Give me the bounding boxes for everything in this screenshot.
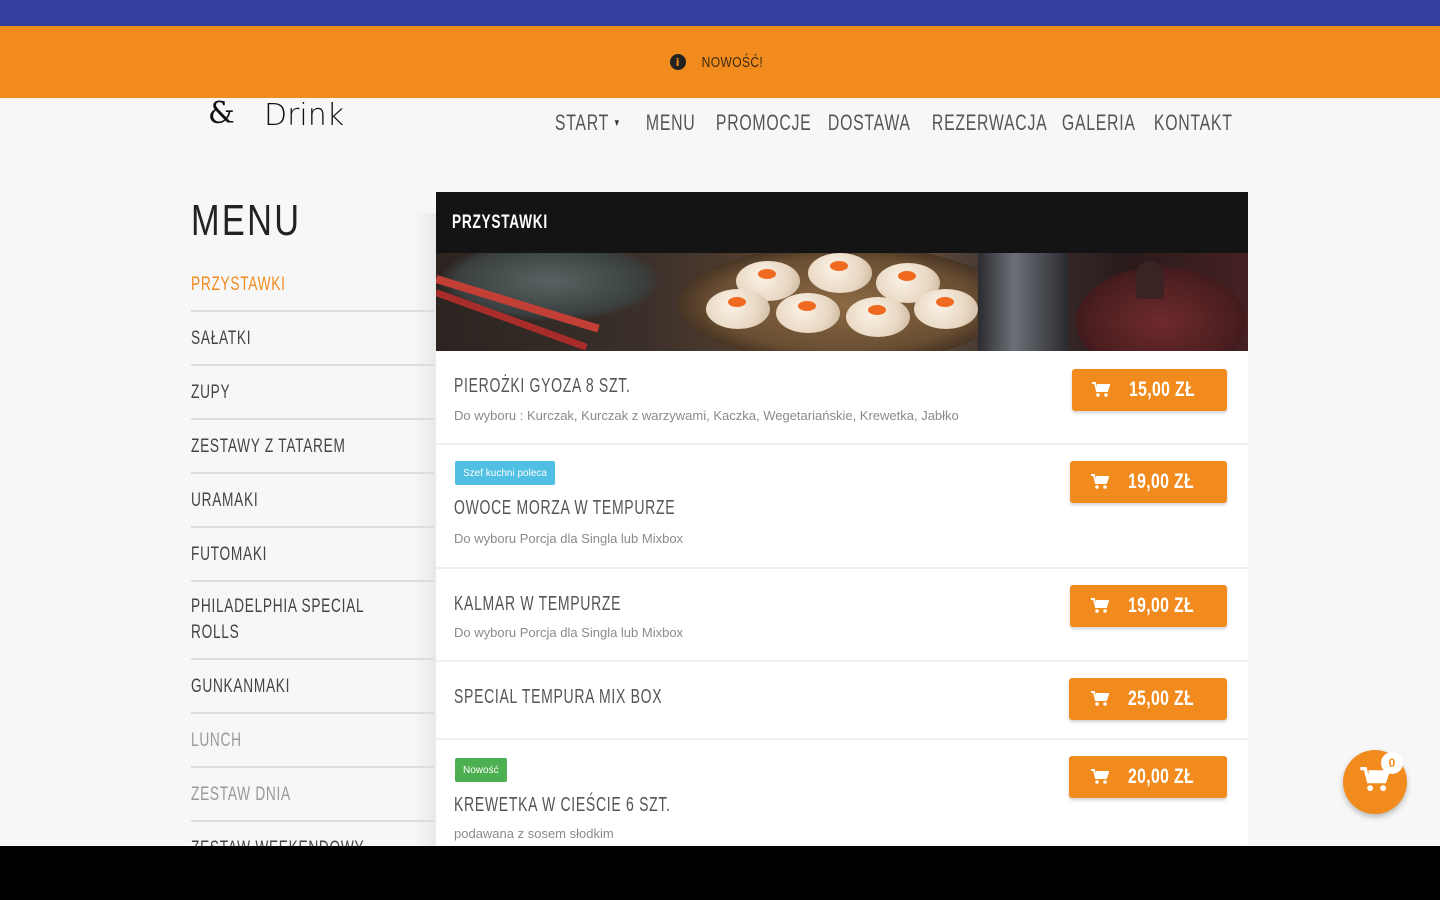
panel-header: PRZYSTAWKI bbox=[436, 192, 1248, 253]
item-description: podawana z sosem słodkim bbox=[454, 826, 614, 841]
menu-item: Szef kuchni poleca OWOCE MORZA W TEMPURZ… bbox=[436, 445, 1248, 569]
new-badge: Nowość bbox=[455, 758, 507, 782]
category-zestaw-dnia[interactable]: ZESTAW DNIA bbox=[191, 768, 434, 822]
category-label: PRZYSTAWKI bbox=[191, 274, 286, 295]
cart-icon bbox=[1092, 382, 1111, 398]
add-to-cart-button[interactable]: 15,00 ZŁ bbox=[1072, 369, 1227, 411]
category-salatki[interactable]: SAŁATKI bbox=[191, 312, 434, 366]
add-to-cart-button[interactable]: 19,00 ZŁ bbox=[1070, 585, 1227, 627]
item-name: SPECIAL TEMPURA MIX BOX bbox=[454, 686, 663, 708]
menu-item: PIEROŻKI GYOZA 8 SZT. Do wyboru : Kurcza… bbox=[436, 351, 1248, 445]
category-label: FUTOMAKI bbox=[191, 544, 268, 565]
floating-cart-button[interactable]: 0 bbox=[1343, 750, 1407, 814]
price-label: 15,00 ZŁ bbox=[1129, 378, 1196, 401]
nav-menu-label: MENU bbox=[645, 110, 696, 135]
info-icon: i bbox=[669, 54, 686, 70]
menu-item: SPECIAL TEMPURA MIX BOX 25,00 ZŁ bbox=[436, 662, 1248, 740]
category-list: PRZYSTAWKI SAŁATKI ZUPY ZESTAWY Z TATARE… bbox=[191, 258, 434, 846]
category-label: PHILADELPHIA SPECIAL ROLLS bbox=[191, 596, 364, 643]
nav-rezerwacja[interactable]: REZERWACJA bbox=[924, 110, 1047, 136]
category-label: ZUPY bbox=[191, 382, 231, 403]
item-description: Do wyboru Porcja dla Singla lub Mixbox bbox=[454, 625, 684, 640]
add-to-cart-button[interactable]: 20,00 ZŁ bbox=[1069, 756, 1227, 798]
nav-start[interactable]: START ▼ bbox=[547, 110, 621, 136]
category-label: SAŁATKI bbox=[191, 328, 252, 349]
nav-start-label: START bbox=[554, 110, 609, 135]
page-viewport: & Drink START ▼ MENU PROMOCJE DOSTAWA RE… bbox=[0, 98, 1440, 846]
item-name: OWOCE MORZA W TEMPURZE bbox=[454, 497, 676, 519]
main-nav: START ▼ MENU PROMOCJE DOSTAWA REZERWACJA… bbox=[547, 110, 1246, 136]
logo-drink: Drink bbox=[264, 98, 345, 133]
item-name: KREWETKA W CIEŚCIE 6 SZT. bbox=[454, 794, 671, 816]
cart-count-badge: 0 bbox=[1381, 752, 1403, 774]
panel-title: PRZYSTAWKI bbox=[452, 211, 548, 233]
cart-icon bbox=[1090, 691, 1109, 707]
nav-galeria[interactable]: GALERIA bbox=[1054, 110, 1135, 136]
menu-heading: MENU bbox=[191, 196, 302, 245]
add-to-cart-button[interactable]: 19,00 ZŁ bbox=[1070, 461, 1227, 503]
nav-kontakt[interactable]: KONTAKT bbox=[1146, 110, 1232, 136]
category-przystawki[interactable]: PRZYSTAWKI bbox=[191, 258, 434, 312]
cart-icon bbox=[1091, 474, 1110, 490]
price-label: 19,00 ZŁ bbox=[1128, 594, 1195, 617]
nav-galeria-label: GALERIA bbox=[1061, 110, 1136, 135]
category-zupy[interactable]: ZUPY bbox=[191, 366, 434, 420]
nav-kontakt-label: KONTAKT bbox=[1153, 110, 1233, 135]
nav-dostawa-label: DOSTAWA bbox=[827, 110, 911, 135]
promo-bar[interactable]: i NOWOŚĆ! bbox=[0, 26, 1440, 98]
category-label: GUNKANMAKI bbox=[191, 676, 291, 697]
nav-dostawa[interactable]: DOSTAWA bbox=[820, 110, 910, 136]
category-futomaki[interactable]: FUTOMAKI bbox=[191, 528, 434, 582]
category-zestawy-z-tatarem[interactable]: ZESTAWY Z TATAREM bbox=[191, 420, 434, 474]
category-label: ZESTAW DNIA bbox=[191, 784, 291, 805]
menu-item: KALMAR W TEMPURZE Do wyboru Porcja dla S… bbox=[436, 569, 1248, 662]
top-strip bbox=[0, 0, 1440, 26]
category-label: URAMAKI bbox=[191, 490, 259, 511]
category-philadelphia-special-rolls[interactable]: PHILADELPHIA SPECIAL ROLLS bbox=[191, 582, 434, 660]
logo-ampersand: & bbox=[208, 98, 235, 131]
price-label: 25,00 ZŁ bbox=[1127, 687, 1195, 710]
item-name: KALMAR W TEMPURZE bbox=[454, 593, 622, 615]
category-hero-image bbox=[436, 253, 1248, 351]
price-label: 20,00 ZŁ bbox=[1127, 765, 1195, 788]
promo-text[interactable]: NOWOŚĆ! bbox=[701, 54, 762, 71]
category-gunkanmaki[interactable]: GUNKANMAKI bbox=[191, 660, 434, 714]
nav-promocje[interactable]: PROMOCJE bbox=[708, 110, 811, 136]
category-zestaw-weekendowy[interactable]: ZESTAW WEEKENDOWY bbox=[191, 822, 434, 846]
item-description: Do wyboru Porcja dla Singla lub Mixbox bbox=[454, 531, 684, 546]
category-lunch[interactable]: LUNCH bbox=[191, 714, 434, 768]
caret-down-icon: ▼ bbox=[613, 117, 622, 129]
cart-icon bbox=[1090, 769, 1109, 785]
add-to-cart-button[interactable]: 25,00 ZŁ bbox=[1069, 678, 1227, 720]
category-label: ZESTAW WEEKENDOWY bbox=[191, 836, 366, 846]
nav-menu[interactable]: MENU bbox=[638, 110, 695, 136]
category-uramaki[interactable]: URAMAKI bbox=[191, 474, 434, 528]
cart-icon bbox=[1091, 598, 1110, 614]
category-label: ZESTAWY Z TATAREM bbox=[191, 436, 346, 457]
item-description: Do wyboru : Kurczak, Kurczak z warzywami… bbox=[454, 408, 959, 423]
nav-promocje-label: PROMOCJE bbox=[715, 110, 812, 135]
recommended-badge: Szef kuchni poleca bbox=[455, 461, 555, 485]
menu-panel: PRZYSTAWKI PIEROŻKI GYOZA 8 SZT. Do wybo… bbox=[436, 192, 1248, 846]
nav-rezerwacja-label: REZERWACJA bbox=[931, 110, 1048, 135]
category-label: LUNCH bbox=[191, 730, 242, 751]
price-label: 19,00 ZŁ bbox=[1128, 470, 1195, 493]
menu-item: Nowość KREWETKA W CIEŚCIE 6 SZT. podawan… bbox=[436, 740, 1248, 846]
item-name: PIEROŻKI GYOZA 8 SZT. bbox=[454, 375, 631, 397]
